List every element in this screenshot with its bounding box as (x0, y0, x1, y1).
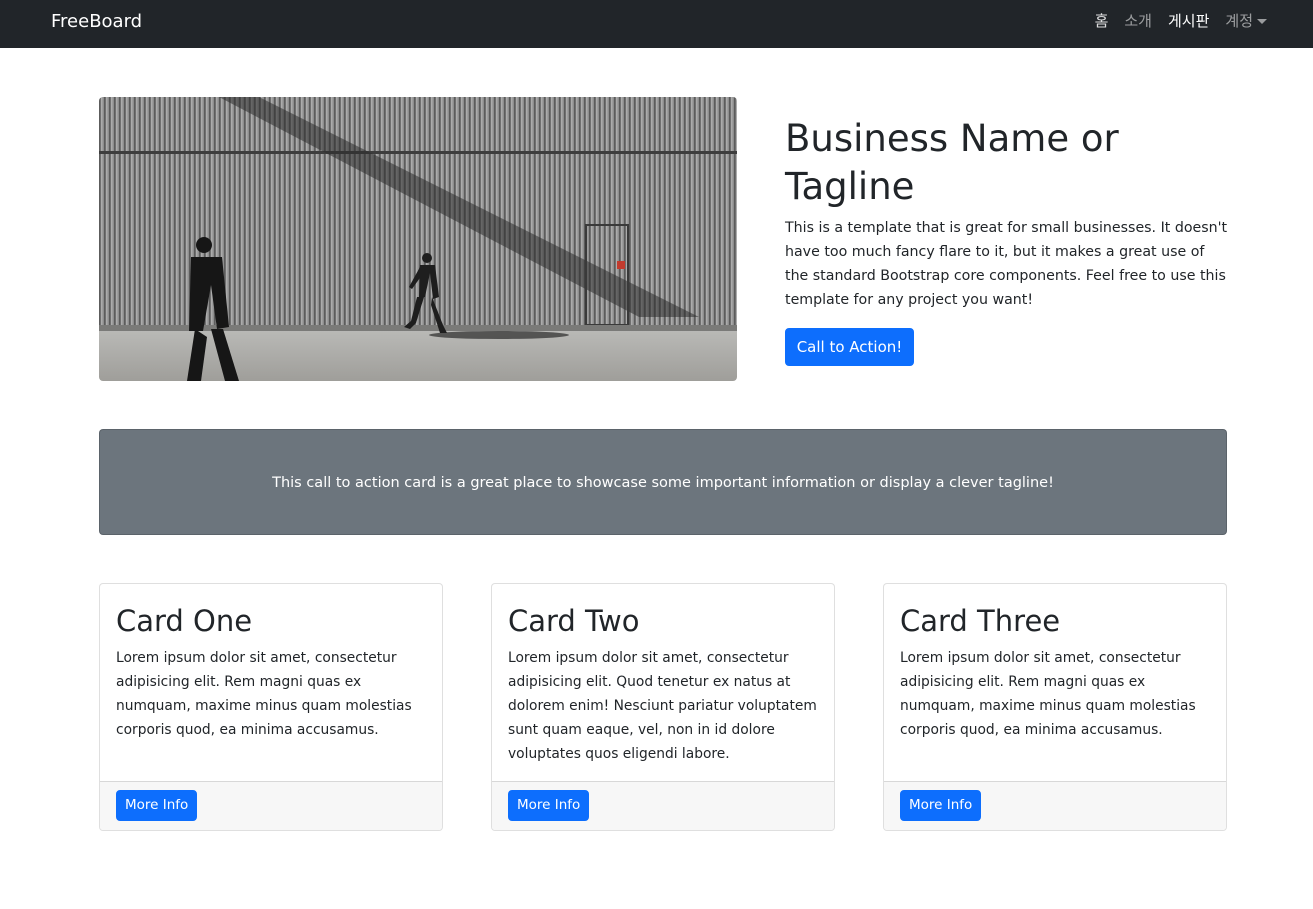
nav-item-about[interactable]: 소개 (1124, 11, 1152, 31)
caret-down-icon (1257, 18, 1267, 24)
card-title: Card Three (900, 604, 1061, 638)
call-to-action-button[interactable]: Call to Action! (785, 328, 914, 366)
card-three: Card Three Lorem ipsum dolor sit amet, c… (883, 583, 1227, 831)
nav-item-account-label: 계정 (1225, 12, 1253, 30)
nav-menu: 홈 소개 게시판 계정 (1095, 11, 1267, 31)
hero-description: This is a template that is great for sma… (785, 220, 1228, 308)
card-title: Card One (116, 604, 253, 638)
navbar: FreeBoard 홈 소개 게시판 계정 (0, 0, 1313, 48)
card-title: Card Two (508, 604, 640, 638)
card-text: Lorem ipsum dolor sit amet, consectetur … (116, 650, 412, 738)
nav-item-account-dropdown[interactable]: 계정 (1225, 11, 1267, 31)
card-one: Card One Lorem ipsum dolor sit amet, con… (99, 583, 443, 831)
card-text: Lorem ipsum dolor sit amet, consectetur … (900, 650, 1196, 738)
card-text: Lorem ipsum dolor sit amet, consectetur … (508, 650, 817, 762)
card-two: Card Two Lorem ipsum dolor sit amet, con… (491, 583, 835, 831)
hero-title: Business Name or Tagline (785, 117, 1119, 208)
call-to-action-card-text: This call to action card is a great plac… (272, 475, 1054, 491)
card-footer: More Info (492, 781, 834, 830)
nav-item-home[interactable]: 홈 (1095, 11, 1109, 31)
call-to-action-card: This call to action card is a great plac… (99, 429, 1227, 535)
card-footer: More Info (100, 781, 442, 830)
more-info-button[interactable]: More Info (116, 790, 198, 821)
brand-link[interactable]: FreeBoard (51, 11, 142, 32)
more-info-button[interactable]: More Info (900, 790, 982, 821)
hero-image (99, 97, 737, 381)
nav-item-board[interactable]: 게시판 (1168, 11, 1209, 31)
card-footer: More Info (884, 781, 1226, 830)
more-info-button[interactable]: More Info (508, 790, 590, 821)
